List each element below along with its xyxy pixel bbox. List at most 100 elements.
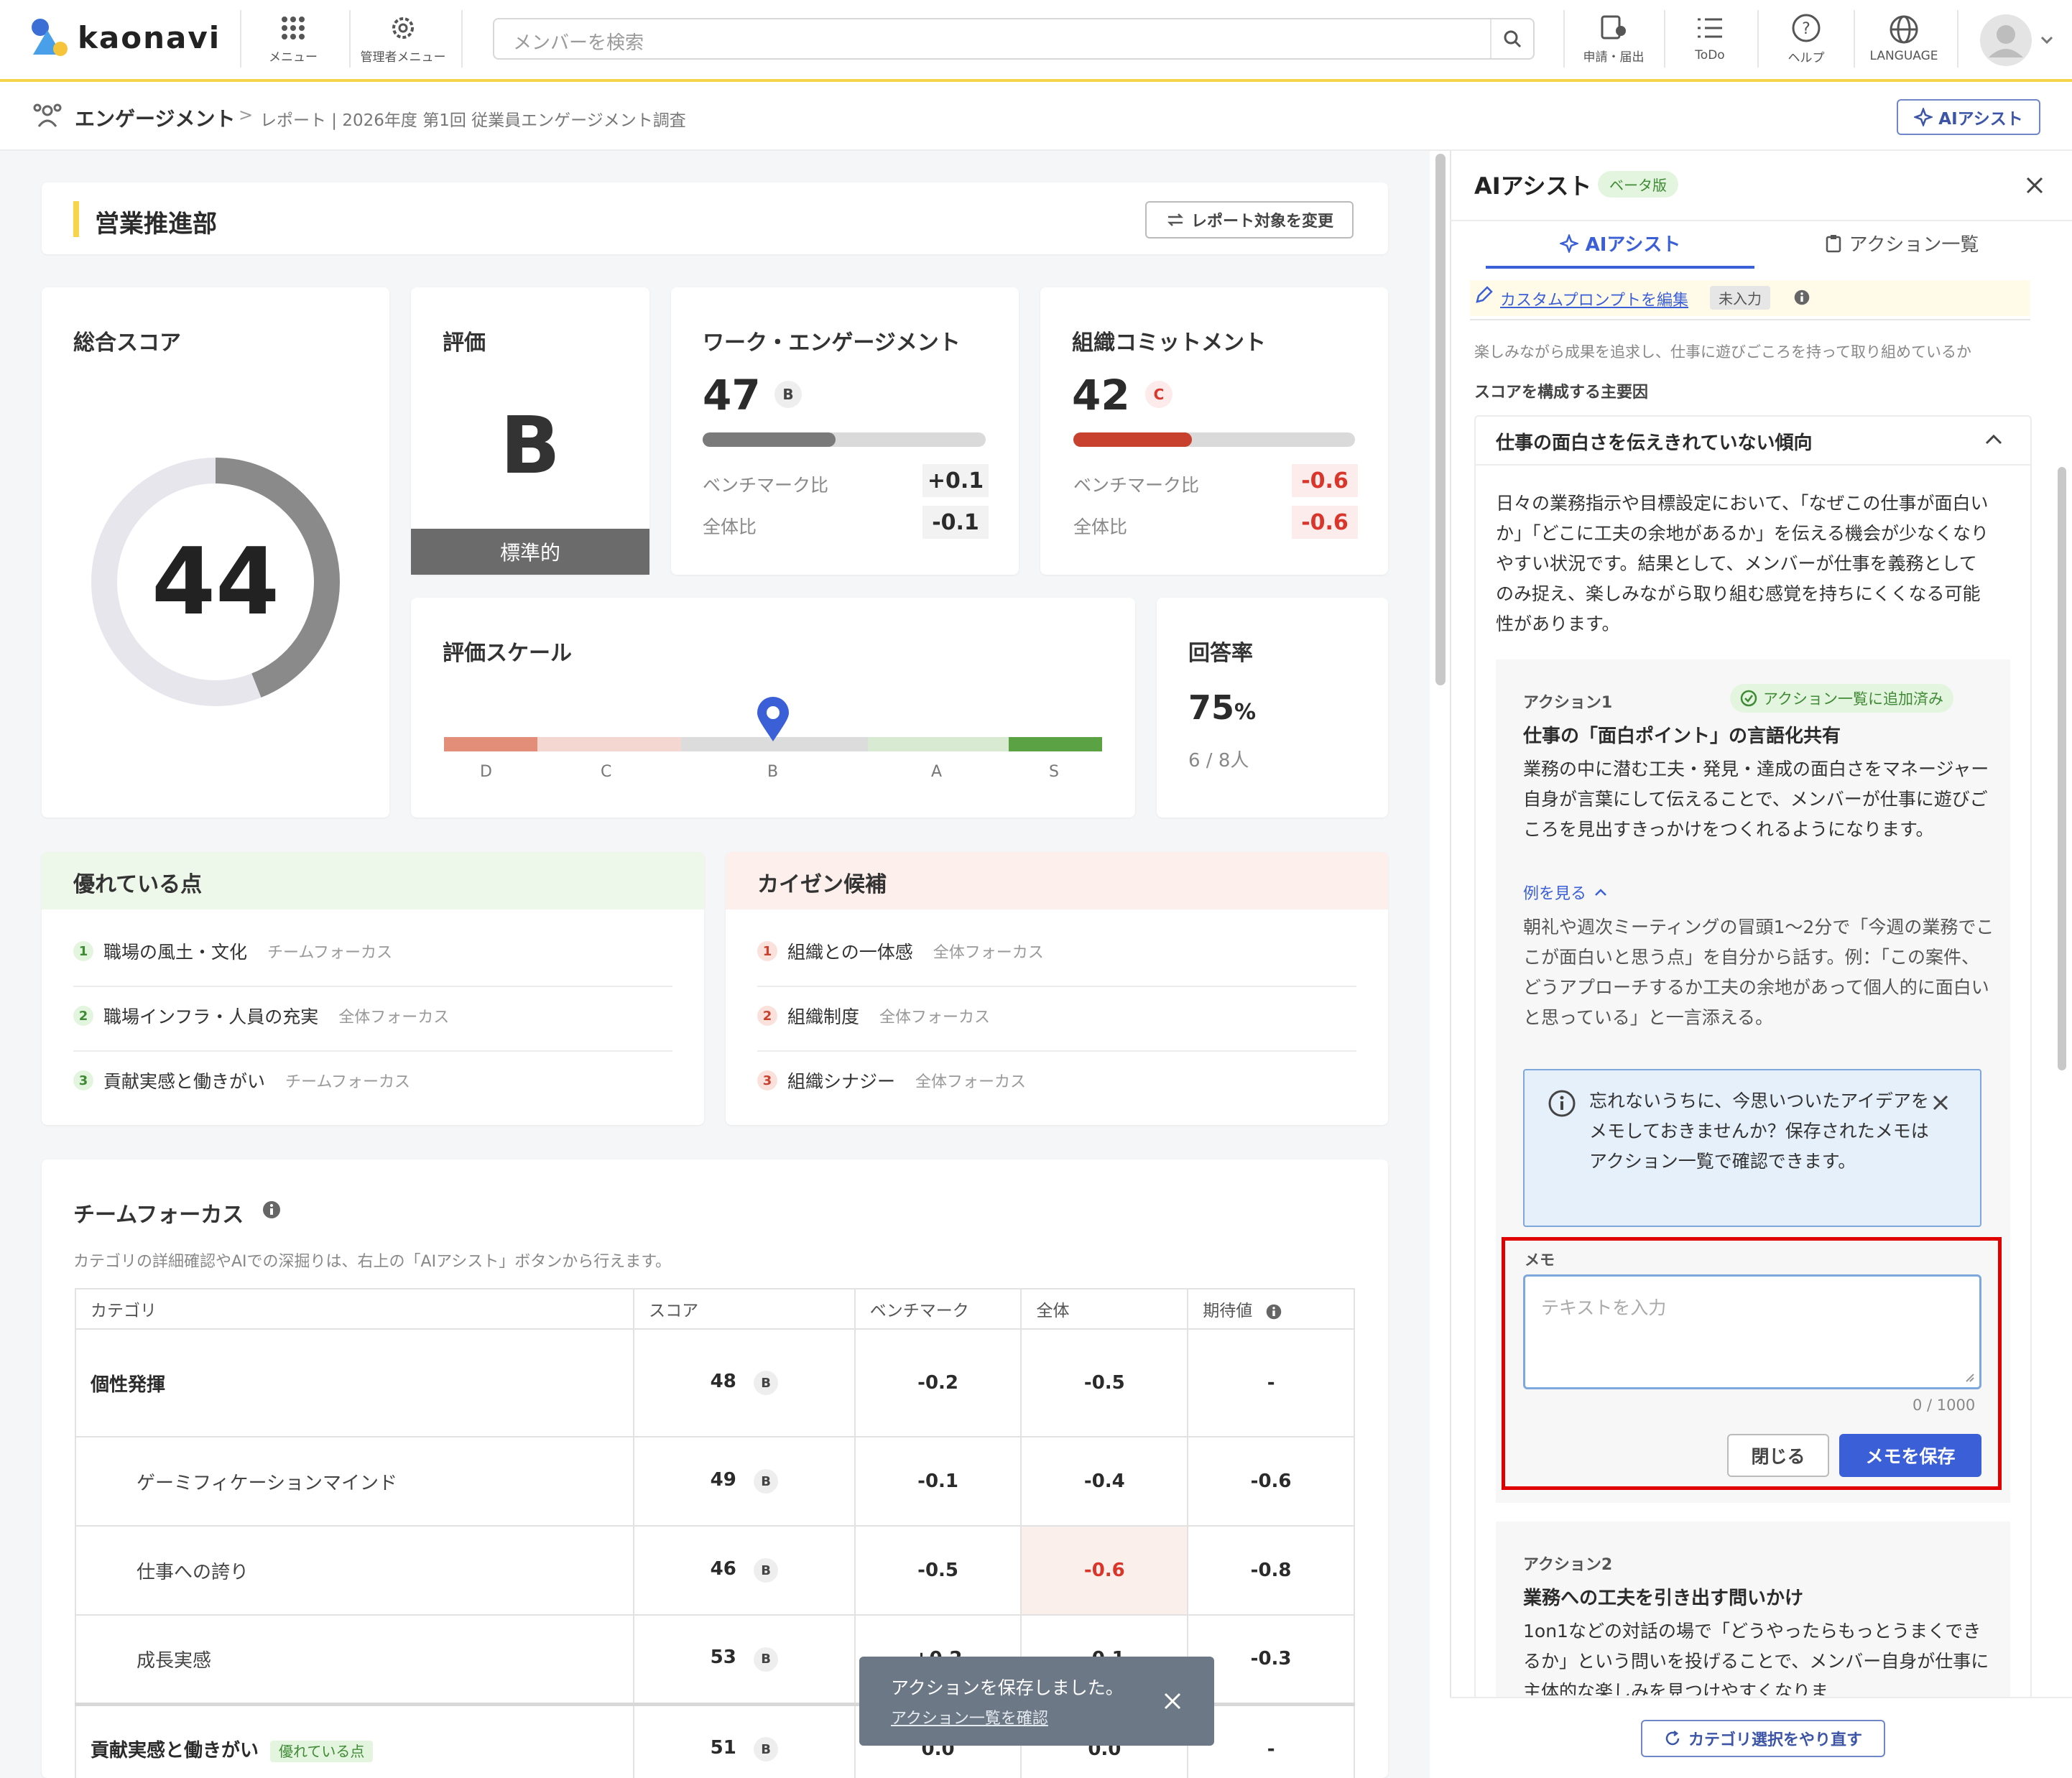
info-icon[interactable] [262,1200,282,1220]
chevron-up-icon[interactable] [1984,432,2003,445]
accordion-title[interactable]: 仕事の面白さを伝えきれていない傾向 [1496,428,1812,455]
we-overall-label: 全体比 [703,517,757,537]
strengths-title: 優れている点 [73,872,203,897]
row-score-value: 49 [710,1468,736,1491]
see-example-toggle[interactable]: 例を見る [1523,881,1608,904]
action-1-body: 業務の中に潜む工夫・発見・達成の面白さをマネージャー自身が言葉にして伝えることで… [1523,759,1989,840]
total-score-title: 総合スコア [73,330,181,356]
table-row[interactable]: 仕事への誇り 46 B -0.5 -0.6 -0.8 [74,1525,1355,1616]
info-icon[interactable] [1265,1303,1282,1320]
action-2-body: 1on1などの対話の場で「どうやったらもっとうまくできるか」という問いを投げるこ… [1523,1621,1989,1695]
search-button[interactable] [1490,19,1533,58]
reselect-category-button[interactable]: カテゴリ選択をやり直す [1641,1720,1885,1757]
memo-info-text: 忘れないうちに、今思いついたアイデアをメモしておきませんか？保存されたメモはアク… [1589,1091,1930,1172]
breadcrumb-separator: > [239,105,254,125]
close-icon[interactable] [2025,175,2045,195]
language-button[interactable]: LANGUAGE [1861,10,1947,68]
col-benchmark: ベンチマーク [854,1288,1022,1330]
table-row[interactable]: 個性発揮 48 B -0.2 -0.5 - [74,1328,1355,1437]
factors-heading: スコアを構成する主要因 [1474,384,1649,402]
added-badge-label: アクション一覧に追加済み [1763,690,1943,708]
org-commitment-title: 組織コミットメント [1072,330,1266,356]
admin-menu-button[interactable]: 管理者メニュー [353,10,453,68]
panel-title: AIアシスト [1474,172,1592,200]
improvement-item-2[interactable]: 2 組織制度 全体フォーカス [757,1003,990,1029]
org-commitment-bar-track [1073,432,1355,447]
team-focus-title: チームフォーカス [73,1203,244,1228]
language-label: LANGUAGE [1869,49,1938,63]
table-row[interactable]: ゲーミフィケーションマインド 49 B -0.1 -0.4 -0.6 [74,1436,1355,1527]
scale-segment-d [444,737,537,751]
scale-label-s: S [1049,763,1059,781]
unset-badge: 未入力 [1710,286,1770,310]
main-scrollbar[interactable] [1435,154,1446,685]
strength-item-1[interactable]: 1 職場の風土・文化 チームフォーカス [73,938,392,964]
logo-text[interactable]: kaonavi [78,20,221,55]
close-icon[interactable] [1931,1093,1950,1112]
panel-scrollbar[interactable] [2058,467,2066,1070]
rating-label: 標準的 [411,529,649,575]
request-button[interactable]: 申請・届出 [1571,10,1657,68]
pencil-icon [1476,286,1493,303]
score-intro: 楽しみながら成果を追求し、仕事に遊びごころを持って取り組めているか [1474,343,1971,361]
response-count: 6 / 8人 [1188,750,1249,772]
todo-label: ToDo [1695,48,1725,62]
row-score: 48 B [633,1328,856,1437]
rating-title: 評価 [443,330,486,356]
tab-action-list[interactable]: アクション一覧 [1767,230,2036,256]
strength-label-3: 貢献実感と働きがい [103,1071,266,1092]
menu-button[interactable]: メニュー [260,10,326,68]
rating-scale-title: 評価スケール [443,641,572,666]
sparkle-icon [1914,108,1933,126]
help-button[interactable]: ? ヘルプ [1766,10,1846,68]
refresh-icon [1665,1731,1680,1746]
improvement-item-3[interactable]: 3 組織シナジー 全体フォーカス [757,1068,1026,1093]
admin-menu-label: 管理者メニュー [360,50,446,65]
improvement-no-2: 2 [757,1006,777,1026]
member-search-field[interactable]: メンバーを検索 [493,18,1535,60]
change-target-button[interactable]: レポート対象を変更 [1145,201,1354,239]
user-menu[interactable] [1973,13,2059,68]
col-score: スコア [633,1288,856,1330]
work-engagement-bar-fill [703,432,836,447]
resize-handle-icon[interactable] [1964,1371,1975,1383]
oc-overall-value: -0.6 [1292,506,1358,539]
improvement-tag-1: 全体フォーカス [933,944,1044,962]
breadcrumb-engagement[interactable]: エンゲージメント [75,103,235,132]
toast [859,1657,1214,1746]
avatar [1980,14,2032,66]
row-grade: B [754,1469,779,1494]
edit-prompt-link[interactable]: カスタムプロンプトを編集 [1500,287,1688,310]
sparkle-icon [1559,233,1578,253]
org-commitment-grade: C [1145,381,1173,408]
row-grade: B [754,1647,779,1672]
memo-close-button[interactable]: 閉じる [1727,1434,1829,1477]
scale-label-c: C [601,763,612,781]
row-category: ゲーミフィケーションマインド [74,1436,635,1527]
todo-button[interactable]: ToDo [1673,10,1747,68]
strength-item-2[interactable]: 2 職場インフラ・人員の充実 全体フォーカス [73,1003,449,1029]
ai-assist-button[interactable]: AIアシスト [1897,99,2040,135]
tab-ai-assist[interactable]: AIアシスト [1486,230,1754,256]
work-engagement-grade: B [774,381,802,408]
toast-link[interactable]: アクション一覧を確認 [891,1705,1048,1728]
info-icon[interactable] [1793,289,1810,306]
grid-icon [282,16,305,40]
scale-label-b: B [767,763,779,781]
row-benchmark: -0.1 [854,1436,1022,1527]
request-label: 申請・届出 [1583,50,1645,65]
improvement-item-1[interactable]: 1 組織との一体感 全体フォーカス [757,938,1044,964]
improvement-label-1: 組織との一体感 [787,942,913,963]
row-category: 貢献実感と働きがい 優れている点 [74,1703,635,1778]
beta-badge: ベータ版 [1598,171,1678,198]
list-icon [1698,18,1722,38]
close-icon[interactable] [1162,1691,1183,1711]
memo-textarea[interactable]: テキストを入力 [1523,1274,1981,1389]
memo-save-button[interactable]: メモを保存 [1839,1434,1981,1477]
search-input[interactable]: メンバーを検索 [513,28,644,55]
kaonavi-logo-icon [32,19,68,56]
row-category: 個性発揮 [74,1328,635,1437]
row-expectation: -0.8 [1187,1525,1355,1616]
strength-item-3[interactable]: 3 貢献実感と働きがい チームフォーカス [73,1068,410,1093]
row-benchmark: -0.2 [854,1328,1022,1437]
